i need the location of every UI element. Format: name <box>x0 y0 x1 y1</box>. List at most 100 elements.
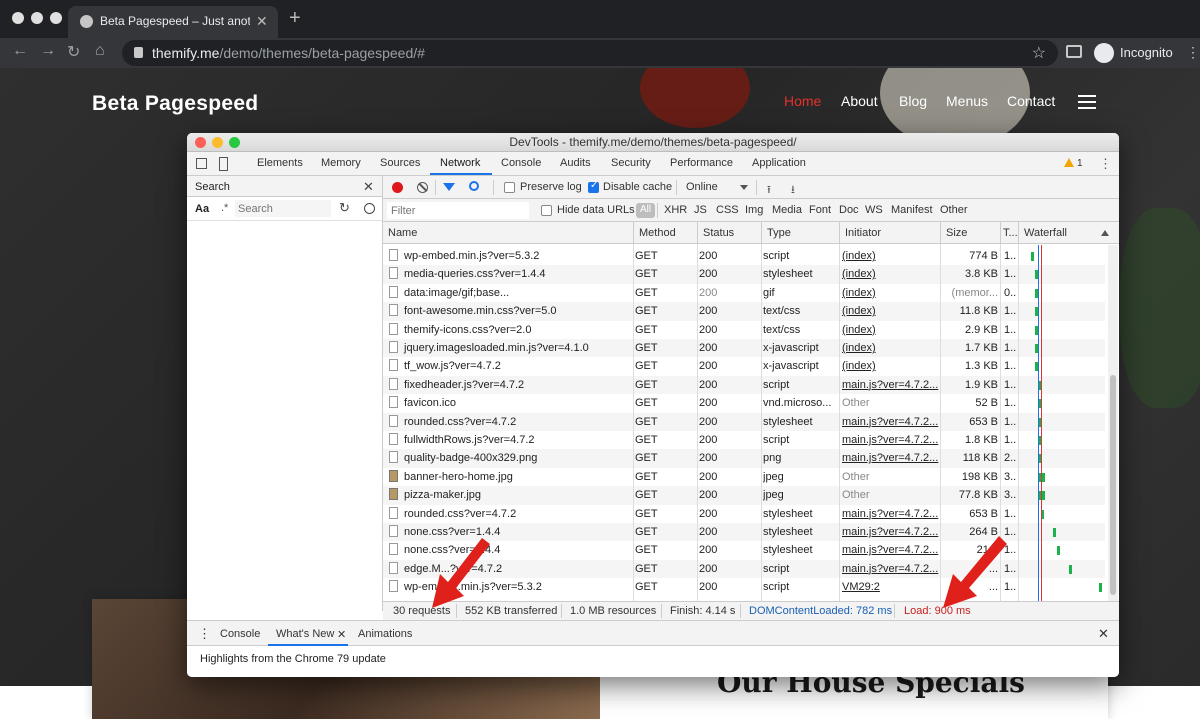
forward-icon[interactable]: → <box>40 42 56 60</box>
filter-other[interactable]: Other <box>940 204 968 216</box>
cell-initiator[interactable]: (index) <box>842 265 941 283</box>
reload-icon[interactable]: ↻ <box>67 42 80 62</box>
nav-menus[interactable]: Menus <box>946 93 988 109</box>
bookmark-star-icon[interactable]: ☆ <box>1032 43 1046 63</box>
tab-security[interactable]: Security <box>611 157 651 169</box>
devtools-zoom-button[interactable] <box>229 137 240 148</box>
col-initiator[interactable]: Initiator <box>839 222 940 244</box>
tab-sources[interactable]: Sources <box>380 157 420 169</box>
col-name[interactable]: Name <box>383 222 633 244</box>
table-row[interactable]: data:image/gif;base... GET 200 gif (index) (m… <box>383 284 1105 302</box>
filter-ws[interactable]: WS <box>865 204 883 216</box>
regex-toggle[interactable]: .* <box>221 202 228 214</box>
export-har-icon[interactable]: ⭳ <box>791 181 795 200</box>
site-brand[interactable]: Beta Pagespeed <box>92 92 258 116</box>
cell-initiator[interactable]: (index) <box>842 247 941 265</box>
devtools-menu-icon[interactable]: ⋮ <box>1099 156 1112 172</box>
table-row[interactable]: fullwidthRows.js?ver=4.7.2 GET 200 script ma… <box>383 431 1105 449</box>
table-row[interactable]: banner-hero-home.jpg GET 200 jpeg Other 198 K… <box>383 468 1105 486</box>
nav-contact[interactable]: Contact <box>1007 93 1055 109</box>
tab-console[interactable]: Console <box>501 157 541 169</box>
table-row[interactable]: quality-badge-400x329.png GET 200 png main.j… <box>383 449 1105 468</box>
filter-manifest[interactable]: Manifest <box>891 204 933 216</box>
table-row[interactable]: fixedheader.js?ver=4.7.2 GET 200 script main… <box>383 375 1105 395</box>
clear-log-icon[interactable] <box>417 182 428 193</box>
drawer-tab-whats-new[interactable]: What's New <box>276 628 334 640</box>
col-status[interactable]: Status <box>697 222 761 244</box>
browser-tab[interactable]: Beta Pagespeed – Just another ✕ <box>68 6 278 38</box>
table-row[interactable]: rounded.css?ver=4.7.2 GET 200 stylesheet mai… <box>383 505 1105 523</box>
filter-icon[interactable] <box>443 183 455 191</box>
table-row[interactable]: pizza-maker.jpg GET 200 jpeg Other 77.8 KB 3..… <box>383 486 1105 505</box>
col-method[interactable]: Method <box>633 222 697 244</box>
sort-asc-icon[interactable] <box>1101 230 1109 236</box>
filter-css[interactable]: CSS <box>716 204 739 216</box>
nav-about[interactable]: About <box>841 93 878 109</box>
search-icon[interactable] <box>469 181 479 191</box>
scrollbar-thumb[interactable] <box>1110 375 1116 595</box>
close-window-button[interactable] <box>12 12 24 24</box>
col-type[interactable]: Type <box>761 222 839 244</box>
close-tab-icon[interactable]: ✕ <box>256 13 268 30</box>
clear-icon[interactable] <box>364 203 375 214</box>
table-scrollbar[interactable] <box>1108 245 1118 602</box>
cell-initiator[interactable]: main.js?ver=4.7.2... <box>842 376 941 394</box>
browser-menu-icon[interactable]: ⋮ <box>1186 44 1200 61</box>
filter-media[interactable]: Media <box>772 204 802 216</box>
record-icon[interactable] <box>392 182 403 193</box>
chevron-down-icon[interactable] <box>740 185 748 190</box>
search-input[interactable] <box>235 200 331 217</box>
col-time[interactable]: T... <box>1000 222 1018 244</box>
table-row[interactable]: font-awesome.min.css?ver=5.0 GET 200 text/c… <box>383 302 1105 321</box>
cell-initiator[interactable]: (index) <box>842 302 941 320</box>
match-case-toggle[interactable]: Aa <box>195 203 209 215</box>
disable-cache-checkbox[interactable] <box>588 180 599 193</box>
close-whats-new-icon[interactable]: ✕ <box>337 628 346 641</box>
nav-home[interactable]: Home <box>784 93 821 109</box>
table-row[interactable]: themify-icons.css?ver=2.0 GET 200 text/css (… <box>383 321 1105 339</box>
cell-initiator[interactable]: main.js?ver=4.7.2... <box>842 505 941 523</box>
close-drawer-icon[interactable]: ✕ <box>1098 626 1109 642</box>
filter-xhr[interactable]: XHR <box>664 204 687 216</box>
cell-initiator[interactable]: (index) <box>842 284 941 302</box>
throttling-select[interactable]: Online <box>686 181 718 193</box>
cell-initiator[interactable]: (index) <box>842 339 941 357</box>
cell-initiator[interactable]: (index) <box>842 357 941 375</box>
devtools-minimize-button[interactable] <box>212 137 223 148</box>
warnings-counter[interactable]: 1 <box>1064 158 1083 169</box>
table-row[interactable]: tf_wow.js?ver=4.7.2 GET 200 x-javascript (in… <box>383 357 1105 375</box>
new-tab-button[interactable]: + <box>289 7 301 30</box>
tab-performance[interactable]: Performance <box>670 157 733 169</box>
filter-img[interactable]: Img <box>745 204 763 216</box>
close-search-icon[interactable]: ✕ <box>363 179 374 195</box>
filter-input[interactable] <box>387 202 529 219</box>
table-row[interactable]: wp-embed.min.js?ver=5.3.2 GET 200 script (in… <box>383 247 1105 265</box>
import-har-icon[interactable]: ⭱ <box>767 181 771 200</box>
filter-js[interactable]: JS <box>694 204 707 216</box>
drawer-tab-animations[interactable]: Animations <box>358 628 412 640</box>
hide-data-urls-checkbox[interactable] <box>541 205 552 216</box>
address-bar[interactable]: themify.me/demo/themes/beta-pagespeed/# … <box>122 40 1058 66</box>
device-toolbar-icon[interactable] <box>219 157 228 171</box>
devtools-close-button[interactable] <box>195 137 206 148</box>
refresh-icon[interactable]: ↻ <box>339 200 350 216</box>
tab-memory[interactable]: Memory <box>321 157 361 169</box>
table-row[interactable]: media-queries.css?ver=1.4.4 GET 200 stylesh… <box>383 265 1105 284</box>
table-row[interactable]: jquery.imagesloaded.min.js?ver=4.1.0 GET 2… <box>383 339 1105 358</box>
minimize-window-button[interactable] <box>31 12 43 24</box>
cell-initiator[interactable]: main.js?ver=4.7.2... <box>842 449 941 467</box>
preserve-log-checkbox[interactable] <box>504 182 515 193</box>
hamburger-menu-icon[interactable] <box>1078 95 1096 109</box>
drawer-tab-console[interactable]: Console <box>220 628 260 640</box>
filter-doc[interactable]: Doc <box>839 204 859 216</box>
table-row[interactable]: favicon.ico GET 200 vnd.microso... Other 52 B… <box>383 394 1105 412</box>
tab-application[interactable]: Application <box>752 157 806 169</box>
tab-audits[interactable]: Audits <box>560 157 591 169</box>
col-size[interactable]: Size <box>940 222 1000 244</box>
filter-font[interactable]: Font <box>809 204 831 216</box>
nav-blog[interactable]: Blog <box>899 93 927 109</box>
cell-initiator[interactable]: (index) <box>842 321 941 339</box>
drawer-menu-icon[interactable]: ⋮ <box>198 626 211 642</box>
back-icon[interactable]: ← <box>12 42 28 60</box>
cell-initiator[interactable]: main.js?ver=4.7.2... <box>842 431 941 449</box>
